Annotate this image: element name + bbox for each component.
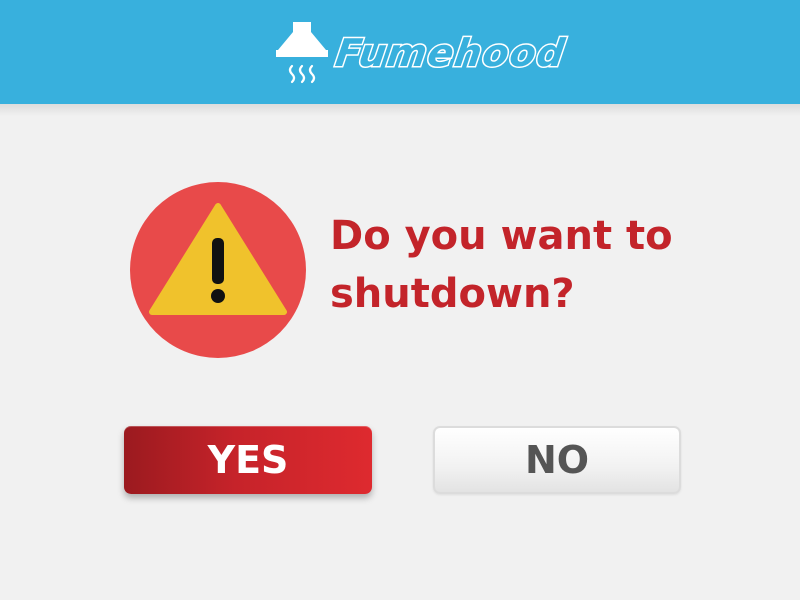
no-button[interactable]: NO bbox=[433, 426, 681, 494]
brand-name: Fumehood bbox=[331, 30, 569, 77]
fumehood-icon bbox=[276, 22, 328, 84]
question-line-1: Do you want to bbox=[330, 213, 673, 259]
app-header: Fumehood bbox=[0, 0, 800, 104]
yes-button[interactable]: YES bbox=[124, 426, 372, 494]
warning-icon bbox=[149, 203, 287, 315]
brand-logo: Fumehood bbox=[276, 22, 570, 84]
shutdown-question: Do you want to shutdown? bbox=[330, 207, 750, 323]
question-line-2: shutdown? bbox=[330, 271, 575, 317]
warning-badge bbox=[130, 182, 306, 358]
header-shadow bbox=[0, 104, 800, 116]
